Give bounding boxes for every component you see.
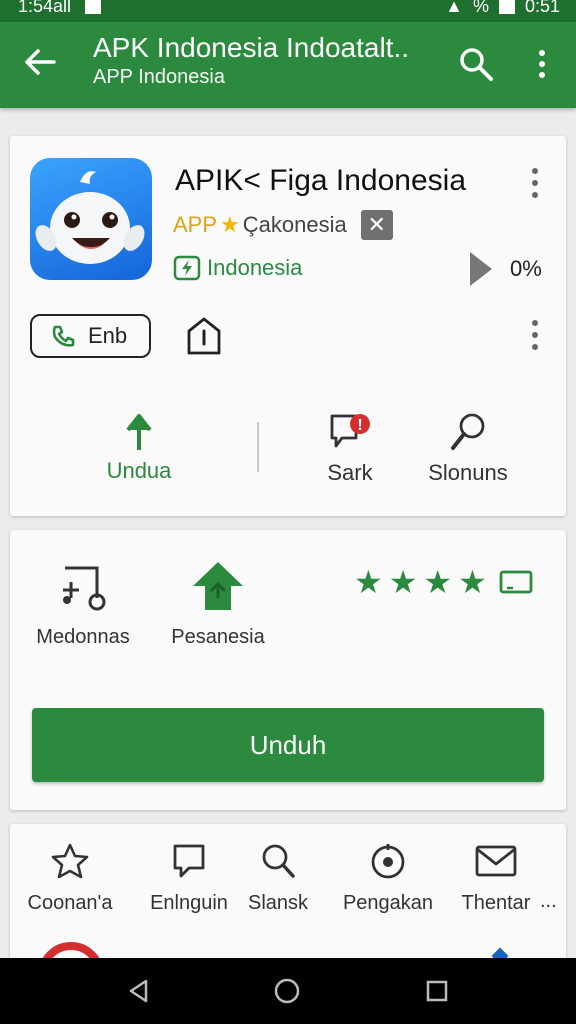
rating-star-icon: ★	[423, 564, 453, 600]
rating-star-icon: ★	[354, 564, 383, 600]
app-bar: APK Indonesia Indoatalt.. APP Indonesia	[0, 22, 576, 108]
lookup-action[interactable]: Slonuns	[418, 412, 518, 486]
nav-recents-icon[interactable]	[424, 978, 450, 1004]
phone-icon	[52, 325, 75, 347]
back-arrow-icon[interactable]	[22, 44, 58, 80]
feature-label-tools: Medonnas	[36, 626, 130, 648]
message-icon	[173, 844, 205, 878]
battery-icon	[498, 0, 515, 14]
rating-star-icon: ★	[458, 564, 487, 600]
app-menu-kebab-icon[interactable]	[524, 166, 546, 200]
status-bar: 1:54all ▲ % 0:51	[0, 0, 576, 22]
app-bar-title: APK Indonesia Indoatalt..	[93, 32, 409, 63]
rating-stars[interactable]: ★ ★ ★ ★	[354, 566, 533, 598]
search-icon[interactable]	[458, 46, 494, 82]
nav-item-messages[interactable]: Enlnguin	[134, 842, 244, 915]
magnifier-icon	[451, 413, 485, 450]
app-icon[interactable]	[30, 158, 152, 280]
status-left-text: 1:54all	[18, 0, 72, 16]
bolt-icon	[173, 255, 201, 281]
lookup-action-label: Slonuns	[428, 460, 508, 485]
download-action-label: Undua	[106, 458, 172, 483]
feature-item-upload[interactable]: Pesanesia	[158, 560, 278, 649]
feature-item-tools[interactable]: Medonnas	[28, 560, 138, 649]
close-icon[interactable]: ✕	[360, 210, 393, 240]
search-icon	[262, 844, 295, 878]
chat-action[interactable]: ! Sark	[310, 412, 390, 486]
contact-pill-button[interactable]: Enb	[30, 314, 151, 358]
download-action[interactable]: Undua	[98, 412, 180, 484]
row-menu-kebab-icon[interactable]	[524, 318, 546, 352]
nav-item-settings[interactable]: Pengakan	[336, 842, 440, 915]
developer-name[interactable]: Çakonesia	[243, 212, 347, 238]
star-icon: ★	[220, 212, 240, 237]
app-tag: APP	[173, 212, 218, 237]
more-vert-icon[interactable]	[530, 48, 554, 80]
chat-action-label: Sark	[327, 460, 373, 485]
notification-icon	[85, 0, 102, 14]
nav-item-search[interactable]: Slansk	[238, 842, 318, 915]
nav-item-label: Slansk	[247, 892, 309, 914]
progress-percent: 0%	[510, 256, 542, 281]
tools-icon	[63, 566, 106, 611]
progress-readout: 0%	[470, 252, 542, 286]
mail-icon	[475, 845, 517, 877]
play-icon[interactable]	[470, 252, 492, 286]
battery-percent: %	[472, 0, 489, 16]
app-bar-subtitle: APP Indonesia	[93, 66, 225, 88]
category-row[interactable]: Indonesia	[173, 254, 302, 282]
contact-pill-label: Enb	[88, 323, 128, 348]
nav-home-icon[interactable]	[274, 978, 300, 1004]
features-card: Medonnas Pesanesia ★ ★ ★ ★ Unduh	[10, 530, 566, 810]
feature-label-upload: Pesanesia	[171, 626, 265, 648]
shield-icon[interactable]	[186, 316, 222, 356]
system-nav-bar	[0, 958, 576, 1024]
app-meta-row: APP ★ Çakonesia ✕	[173, 210, 393, 240]
house-upload-icon	[193, 562, 243, 610]
status-time: 0:51	[524, 0, 560, 16]
star-outline-icon	[51, 843, 89, 879]
chat-badge: !	[357, 417, 362, 434]
app-info-card: APIK< Figa Indonesia APP ★ Çakonesia ✕ I…	[10, 136, 566, 516]
actions-divider	[257, 422, 259, 472]
install-button[interactable]: Unduh	[32, 708, 544, 782]
nav-more-ellipsis[interactable]: ...	[540, 890, 557, 913]
nav-item-label: Pengakan	[342, 892, 434, 914]
category-label: Indonesia	[207, 255, 303, 280]
rating-star-icon: ★	[388, 564, 418, 600]
signal-icon: ▲	[445, 0, 463, 16]
nav-item-label: Coonan'a	[27, 892, 113, 914]
nav-back-icon[interactable]	[126, 978, 152, 1004]
screen-icon[interactable]	[499, 570, 533, 594]
nav-item-label: Enlnguin	[150, 892, 228, 914]
quick-nav-card: Coonan'a Enlnguin Slansk Pengakan Thenta…	[10, 824, 566, 964]
download-arrow-icon	[126, 414, 152, 450]
app-name: APIK< Figa Indonesia	[175, 164, 467, 197]
nav-item-label: Thentar	[461, 892, 531, 914]
target-icon	[371, 844, 405, 879]
chat-bubble-icon: !	[330, 414, 370, 448]
nav-item-mail[interactable]: Thentar	[450, 842, 542, 915]
nav-item-favorites[interactable]: Coonan'a	[20, 842, 120, 915]
